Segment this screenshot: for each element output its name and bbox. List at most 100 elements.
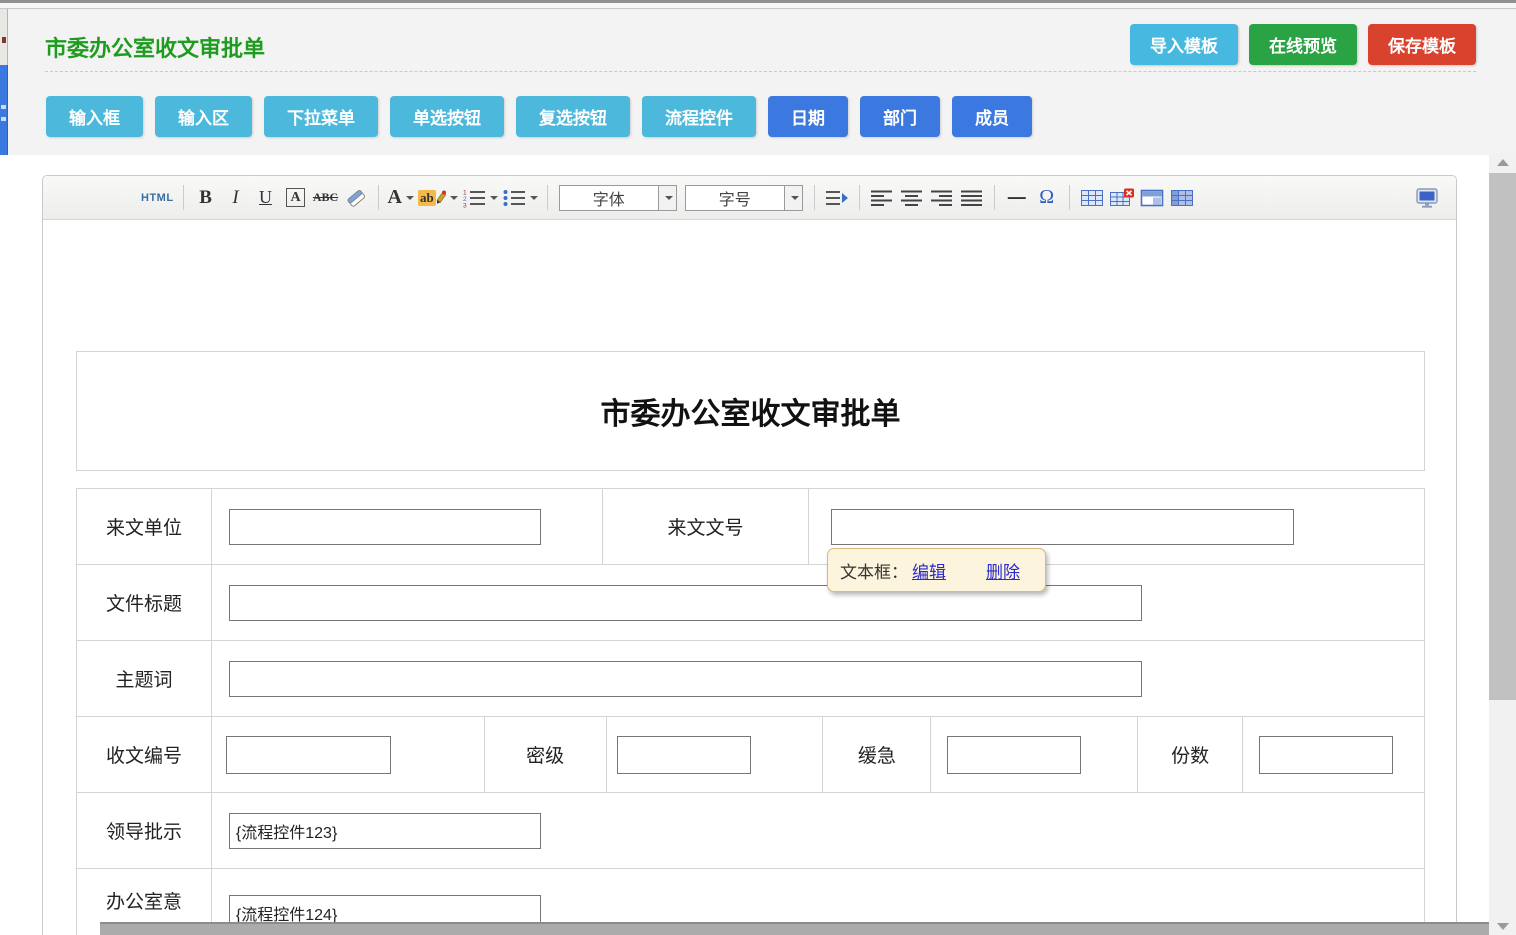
dropdown-menu-button[interactable]: 下拉菜单: [264, 96, 378, 137]
label-receipt-number: 收文编号: [77, 717, 212, 793]
delete-table-button[interactable]: [1109, 184, 1135, 212]
underline-button[interactable]: U: [253, 184, 279, 212]
font-size-select[interactable]: 字号: [685, 185, 803, 211]
window-top-edge: [0, 0, 1516, 9]
char-border-button[interactable]: A: [283, 184, 309, 212]
strikethrough-button[interactable]: ABC: [313, 184, 339, 212]
chevron-down-icon: [450, 196, 458, 200]
table-icon: [1080, 188, 1104, 208]
fullscreen-button[interactable]: [1414, 184, 1440, 212]
input-box-button[interactable]: 输入框: [46, 96, 143, 137]
table-row: 收文编号 密级 缓急 份数: [77, 717, 1425, 793]
scroll-up-button[interactable]: [1489, 153, 1516, 171]
department-button[interactable]: 部门: [860, 96, 940, 137]
checkbox-button[interactable]: 复选按钮: [516, 96, 630, 137]
radio-button-button[interactable]: 单选按钮: [390, 96, 504, 137]
cell-source-unit: [212, 489, 603, 565]
chevron-down-icon: [490, 196, 498, 200]
textarea-button[interactable]: 输入区: [155, 96, 252, 137]
align-right-button[interactable]: [929, 184, 955, 212]
control-tooltip: 文本框： 编辑 删除: [827, 548, 1046, 592]
bold-button[interactable]: B: [193, 184, 219, 212]
table-row: 领导批示: [77, 793, 1425, 869]
font-color-icon: A: [388, 186, 402, 209]
table-row: 主题词: [77, 641, 1425, 717]
security-level-input[interactable]: [617, 736, 751, 774]
online-preview-button[interactable]: 在线预览: [1249, 24, 1357, 65]
save-template-button[interactable]: 保存模板: [1368, 24, 1476, 65]
scroll-down-button[interactable]: [1489, 917, 1516, 935]
delete-link[interactable]: 删除: [986, 558, 1020, 583]
urgency-input[interactable]: [947, 736, 1081, 774]
unordered-list-button[interactable]: [502, 184, 538, 212]
table-row: 文件标题: [77, 565, 1425, 641]
align-left-button[interactable]: [869, 184, 895, 212]
member-button[interactable]: 成员: [952, 96, 1032, 137]
align-justify-button[interactable]: [959, 184, 985, 212]
date-button[interactable]: 日期: [768, 96, 848, 137]
form-table: 来文单位 来文文号 文件标题 主题词: [76, 488, 1425, 935]
source-unit-input[interactable]: [229, 509, 541, 545]
chevron-down-icon: [665, 196, 673, 200]
editor-content: 市委办公室收文审批单 来文单位 来文文号 文件标题: [43, 220, 1456, 935]
align-left-icon: [870, 189, 894, 207]
align-right-icon: [930, 189, 954, 207]
font-color-button[interactable]: A: [388, 184, 414, 212]
scrollbar-thumb[interactable]: [1489, 173, 1516, 700]
arrow-down-icon: [1497, 923, 1509, 930]
font-size-dropdown[interactable]: [784, 186, 802, 210]
header-actions: 导入模板 在线预览 保存模板: [1130, 24, 1476, 65]
table-row: 来文单位 来文文号: [77, 489, 1425, 565]
subject-words-input[interactable]: [229, 661, 1142, 697]
arrow-up-icon: [1497, 159, 1509, 166]
highlight-color-button[interactable]: ab: [418, 184, 458, 212]
left-panel-mark: [1, 117, 6, 121]
chevron-down-icon: [406, 196, 414, 200]
label-subject-words: 主题词: [77, 641, 212, 717]
toolbar-separator: [859, 185, 860, 210]
ordered-list-icon: 1 2 3: [462, 188, 486, 208]
copies-input[interactable]: [1259, 736, 1393, 774]
html-source-button[interactable]: HTML: [141, 184, 174, 212]
control-button-row: 输入框 输入区 下拉菜单 单选按钮 复选按钮 流程控件 日期 部门 成员: [46, 96, 1032, 137]
document-number-input[interactable]: [831, 509, 1294, 545]
cell-properties-button[interactable]: [1169, 184, 1195, 212]
label-leader-instructions: 领导批示: [77, 793, 212, 869]
label-urgency: 缓急: [823, 717, 931, 793]
toolbar-separator: [994, 185, 995, 210]
leader-instructions-input[interactable]: [229, 813, 541, 849]
font-family-select[interactable]: 字体: [559, 185, 677, 211]
form-title: 市委办公室收文审批单: [601, 389, 901, 433]
font-size-value: 字号: [686, 186, 784, 210]
import-template-button[interactable]: 导入模板: [1130, 24, 1238, 65]
vertical-scrollbar[interactable]: [1489, 153, 1516, 935]
receipt-number-input[interactable]: [226, 736, 391, 774]
toolbar-separator: [183, 185, 184, 210]
font-family-dropdown[interactable]: [658, 186, 676, 210]
special-char-button[interactable]: Ω: [1034, 184, 1060, 212]
toolbar-separator: [814, 185, 815, 210]
indent-button[interactable]: [824, 184, 850, 212]
align-center-icon: [900, 189, 924, 207]
cell-urgency: [931, 717, 1138, 793]
edit-link[interactable]: 编辑: [912, 558, 946, 583]
monitor-icon: [1414, 187, 1440, 209]
cell-copies: [1243, 717, 1425, 793]
window-left-edge: [0, 9, 8, 65]
bottom-edge-strip: [100, 922, 1489, 935]
label-copies: 份数: [1138, 717, 1243, 793]
left-panel-sliver: [0, 65, 8, 155]
align-center-button[interactable]: [899, 184, 925, 212]
svg-text:3: 3: [463, 202, 467, 208]
label-security-level: 密级: [485, 717, 607, 793]
ordered-list-button[interactable]: 1 2 3: [462, 184, 498, 212]
cell-document-title: [212, 565, 1425, 641]
label-document-title: 文件标题: [77, 565, 212, 641]
chevron-down-icon: [791, 196, 799, 200]
italic-button[interactable]: I: [223, 184, 249, 212]
table-properties-button[interactable]: [1139, 184, 1165, 212]
horizontal-rule-button[interactable]: —: [1004, 184, 1030, 212]
process-control-button[interactable]: 流程控件: [642, 96, 756, 137]
insert-table-button[interactable]: [1079, 184, 1105, 212]
remove-format-button[interactable]: [343, 184, 369, 212]
